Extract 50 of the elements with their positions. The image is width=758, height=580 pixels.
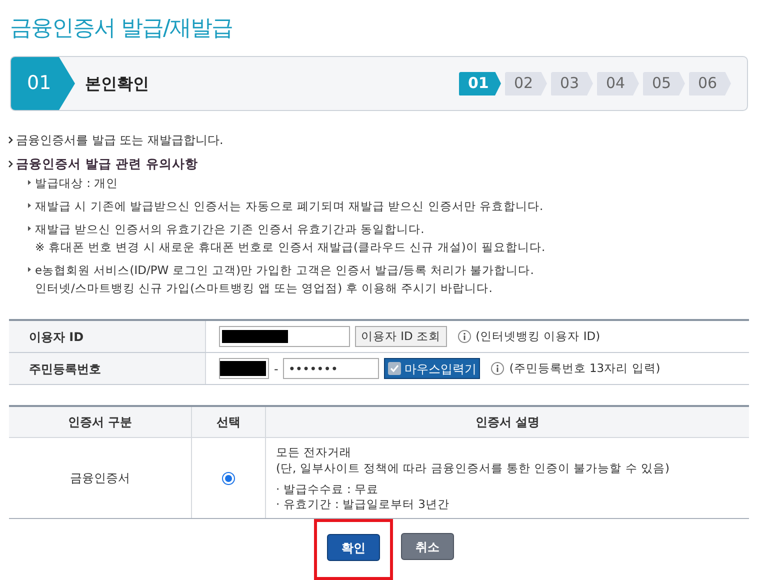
notice-text: 재발급 받으신 인증서의 유효기간은 기존 인증서 유효기간과 동일합니다.	[35, 221, 426, 238]
mouse-input-toggle[interactable]: 마우스입력기	[384, 358, 480, 379]
separator-text: -	[274, 360, 278, 378]
chevron-icon	[8, 160, 13, 168]
info-icon	[458, 330, 471, 343]
step-indicator: 01	[459, 72, 501, 96]
current-step-label: 본인확인	[85, 72, 150, 94]
notice-heading: 금융인증서 발급 관련 유의사항	[16, 155, 198, 173]
info-icon	[491, 362, 504, 375]
lookup-button[interactable]: 이용자 ID 조회	[355, 326, 447, 347]
notice-text: 재발급 시 기존에 발급받으신 인증서는 자동으로 폐기되며 재발급 받으신 인증서만 유효합니다.	[35, 198, 544, 215]
resident-number-field[interactable]	[219, 358, 269, 379]
bullet-icon	[28, 180, 31, 185]
description-text: 모든 전자거래	[276, 444, 353, 460]
notice-text: 발급대상 : 개인	[35, 175, 118, 192]
column-header: 인증서 설명	[474, 414, 541, 431]
confirm-button[interactable]: 확인	[327, 534, 380, 561]
detail-text: · 유효기간 : 발급일로부터 3년간	[276, 497, 450, 512]
step-indicator: 02	[505, 72, 547, 96]
bullet-icon	[28, 226, 31, 231]
notice-text: 인터넷/스마트뱅킹 신규 가입(스마트뱅킹 앱 또는 영업점) 후 이용해 주시기 바랍니다.	[35, 280, 494, 297]
field-label: 이용자 ID	[9, 321, 206, 352]
user-id-field[interactable]	[219, 326, 350, 347]
radio-button[interactable]	[222, 472, 235, 484]
page-title: 금융인증서 발급/재발급	[10, 15, 234, 43]
check-icon	[390, 364, 400, 373]
step-indicator: 03	[551, 72, 593, 96]
bullet-icon	[28, 203, 31, 208]
column-header: 인증서 구분	[9, 407, 192, 437]
checkbox[interactable]	[388, 362, 402, 375]
password-field[interactable]: •••••••	[283, 358, 380, 379]
description-text: (단, 일부사이트 정책에 따라 금융인증서를 통한 인증이 불가능할 수 있음)	[276, 460, 671, 476]
redaction-bar	[220, 361, 266, 376]
column-header: 선택	[192, 407, 266, 437]
intro-text: 금융인증서를 발급 또는 재발급합니다.	[16, 132, 224, 149]
hint-text: (주민등록번호 13자리 입력)	[509, 360, 660, 377]
hint-text: (인터넷뱅킹 이용자 ID)	[476, 328, 600, 345]
step-indicator: 04	[597, 72, 639, 96]
cancel-button[interactable]: 취소	[401, 533, 454, 560]
notice-text: ※ 휴대폰 번호 변경 시 새로운 휴대폰 번호로 인증서 재발급(클라우드 신규 개설)이 필요합니다.	[35, 239, 546, 256]
chevron-icon	[8, 136, 13, 144]
detail-text: · 발급수수료 : 무료	[276, 482, 380, 497]
field-label: 주민등록번호	[9, 353, 206, 384]
current-step-number: 01	[11, 57, 75, 110]
table-cell: 금융인증서	[9, 438, 192, 518]
bullet-icon	[28, 267, 31, 272]
step-indicator: 05	[643, 72, 685, 96]
step-indicator: 06	[689, 72, 731, 96]
notice-text: e농협회원 서비스(ID/PW 로그인 고객)만 가입한 고객은 인증서 발급/등록 처리가 불가합니다.	[35, 262, 534, 279]
redaction-bar	[222, 330, 288, 343]
